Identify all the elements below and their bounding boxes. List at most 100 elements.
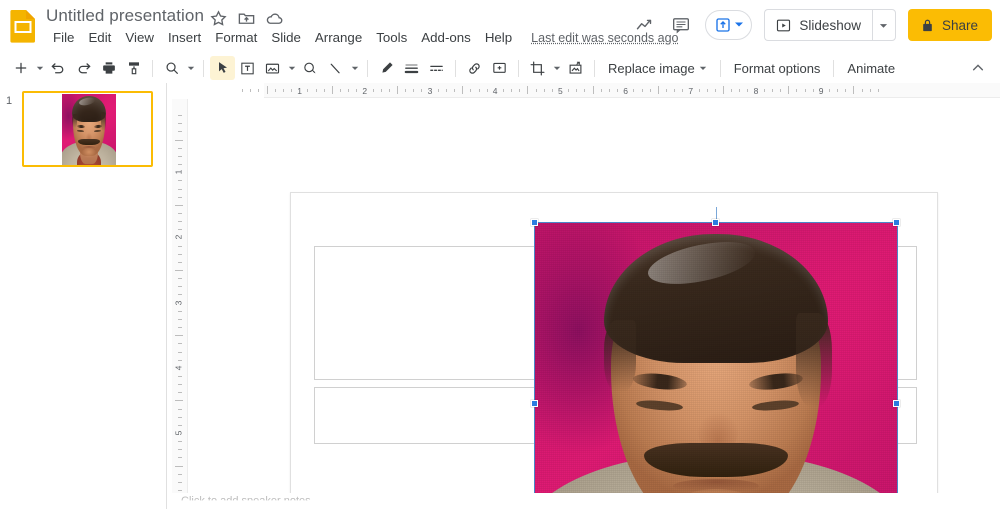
new-slide-button[interactable] — [8, 56, 33, 80]
ruler-tick — [178, 164, 182, 166]
resize-handle-w[interactable] — [531, 400, 538, 407]
document-title[interactable]: Untitled presentation — [46, 5, 204, 27]
vertical-ruler[interactable]: 1 2 3 4 5 — [167, 99, 189, 509]
ruler-tick — [641, 89, 643, 92]
ruler-tick — [178, 473, 182, 475]
line-button[interactable] — [323, 56, 348, 80]
ruler-tick — [649, 89, 651, 92]
ruler-mark-v: 1 — [173, 169, 184, 175]
zoom-caret-icon[interactable] — [184, 56, 197, 80]
print-button[interactable] — [96, 56, 121, 80]
toolbar-divider-4 — [455, 59, 456, 77]
replace-image-caret-icon — [699, 66, 706, 70]
ruler-tick — [413, 89, 415, 92]
menu-insert[interactable]: Insert — [161, 28, 208, 47]
resize-handle-e[interactable] — [893, 400, 900, 407]
menu-addons[interactable]: Add-ons — [414, 28, 478, 47]
ruler-mark-h: 5 — [558, 86, 563, 96]
slides-logo-icon[interactable] — [8, 9, 38, 43]
menu-arrange[interactable]: Arrange — [308, 28, 369, 47]
ruler-tick — [617, 89, 619, 92]
animate-button[interactable]: Animate — [840, 58, 902, 79]
new-slide-caret-icon[interactable] — [33, 56, 46, 80]
speaker-notes-placeholder: Click to add speaker notes — [181, 495, 311, 507]
editor-pane: 1 2 3 4 5 6 7 8 9 1 2 3 4 5 — [167, 83, 1000, 509]
undo-button[interactable] — [46, 56, 71, 80]
speaker-notes-area[interactable]: Click to add speaker notes — [167, 493, 1000, 509]
slide-filmstrip[interactable]: 1 — [0, 83, 167, 509]
select-tool-button[interactable] — [210, 56, 235, 80]
menu-view[interactable]: View — [118, 28, 161, 47]
image-object[interactable] — [531, 207, 900, 509]
title-icon-group — [209, 9, 284, 28]
ruler-tick — [478, 89, 480, 92]
slideshow-button[interactable]: Slideshow — [764, 9, 872, 41]
ruler-tick — [178, 221, 182, 223]
comment-icon[interactable] — [663, 7, 699, 43]
text-box-button[interactable] — [235, 56, 260, 80]
ruler-tick — [178, 245, 182, 247]
crop-button[interactable] — [525, 56, 550, 80]
ruler-tick — [600, 89, 602, 92]
ruler-tick — [178, 343, 182, 345]
star-icon[interactable] — [209, 9, 228, 28]
present-button[interactable] — [705, 10, 753, 40]
trending-up-icon[interactable] — [627, 7, 663, 43]
ruler-tick — [178, 180, 182, 182]
shape-button[interactable] — [298, 56, 323, 80]
ruler-tick — [397, 86, 398, 94]
ruler-tick — [291, 89, 293, 92]
cloud-saved-icon[interactable] — [265, 9, 284, 28]
ruler-mark-v: 3 — [173, 300, 184, 305]
crop-caret-icon[interactable] — [550, 56, 563, 80]
slide-canvas[interactable] — [290, 192, 938, 509]
ruler-tick — [454, 89, 456, 92]
ruler-tick — [845, 89, 847, 92]
horizontal-ruler[interactable]: 1 2 3 4 5 6 7 8 9 — [242, 83, 1000, 99]
slide-canvas-area[interactable] — [189, 99, 1000, 509]
menu-tools[interactable]: Tools — [369, 28, 414, 47]
ruler-tick — [331, 86, 333, 94]
ruler-tick — [178, 327, 182, 329]
redo-button[interactable] — [71, 56, 96, 80]
zoom-button[interactable] — [159, 56, 184, 80]
share-label: Share — [941, 17, 978, 33]
insert-link-button[interactable] — [462, 56, 487, 80]
replace-image-button[interactable]: Replace image — [601, 58, 714, 79]
menu-file[interactable]: File — [46, 28, 81, 47]
slideshow-caret-icon[interactable] — [871, 9, 896, 41]
menu-help[interactable]: Help — [478, 28, 519, 47]
ruler-tick — [178, 131, 182, 133]
collapse-toolbar-icon[interactable] — [966, 56, 990, 80]
insert-image-button[interactable] — [260, 56, 285, 80]
filmstrip-row: 1 — [0, 91, 166, 167]
ruler-tick — [519, 89, 521, 92]
format-options-button[interactable]: Format options — [727, 58, 828, 79]
border-color-button[interactable] — [374, 56, 399, 80]
ruler-tick — [315, 89, 317, 92]
add-comment-button[interactable] — [487, 56, 512, 80]
ruler-tick — [178, 188, 182, 190]
menu-edit[interactable]: Edit — [81, 28, 118, 47]
share-button[interactable]: Share — [907, 9, 992, 41]
ruler-tick — [747, 89, 749, 92]
paint-format-button[interactable] — [121, 56, 146, 80]
line-caret-icon[interactable] — [348, 56, 361, 80]
present-caret-icon[interactable] — [734, 16, 744, 34]
ruler-tick — [282, 89, 284, 92]
menu-format[interactable]: Format — [208, 28, 264, 47]
title-block: Untitled presentation — [46, 5, 204, 27]
border-weight-button[interactable] — [399, 56, 424, 80]
resize-handle-n[interactable] — [712, 219, 719, 226]
move-to-folder-icon[interactable] — [237, 9, 256, 28]
menu-bar: File Edit View Insert Format Slide Arran… — [46, 28, 679, 47]
insert-image-caret-icon[interactable] — [285, 56, 298, 80]
mask-image-button[interactable] — [563, 56, 588, 80]
border-dash-button[interactable] — [424, 56, 449, 80]
ruler-mark-h: 3 — [427, 86, 433, 96]
resize-handle-nw[interactable] — [531, 219, 538, 226]
menu-slide[interactable]: Slide — [264, 28, 308, 47]
resize-handle-ne[interactable] — [893, 219, 900, 226]
slide-thumbnail-1[interactable] — [22, 91, 153, 167]
ruler-tick — [763, 89, 765, 92]
